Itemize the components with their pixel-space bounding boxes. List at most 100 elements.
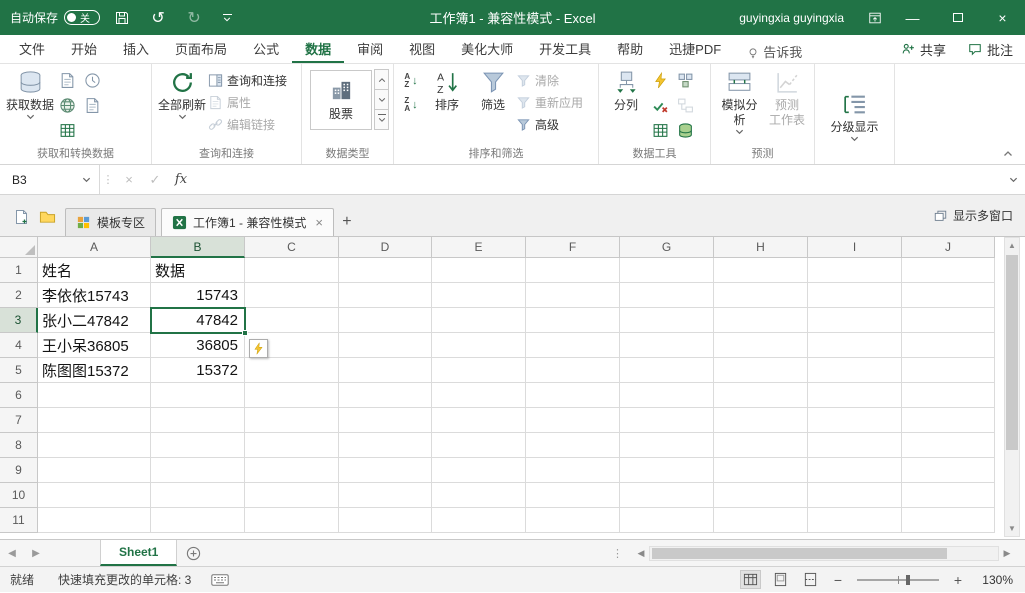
- tab-data[interactable]: 数据: [292, 37, 344, 63]
- cell-C11[interactable]: [245, 508, 339, 533]
- tab-review[interactable]: 审阅: [344, 37, 396, 63]
- cell-H1[interactable]: [714, 258, 808, 283]
- cell-I2[interactable]: [808, 283, 902, 308]
- cell-F4[interactable]: [526, 333, 620, 358]
- cell-G7[interactable]: [620, 408, 714, 433]
- save-icon[interactable]: [108, 0, 136, 35]
- cell-C2[interactable]: [245, 283, 339, 308]
- sort-button[interactable]: 排序: [424, 65, 470, 113]
- formula-input[interactable]: [194, 165, 1001, 194]
- sheet-tab-sheet1[interactable]: Sheet1: [100, 540, 177, 566]
- cell-H9[interactable]: [714, 458, 808, 483]
- cell-D9[interactable]: [339, 458, 432, 483]
- row-header-9[interactable]: 9: [0, 458, 38, 483]
- recent-sources-icon[interactable]: [81, 69, 103, 91]
- cell-J6[interactable]: [902, 383, 995, 408]
- cell-B3[interactable]: 47842: [151, 308, 245, 333]
- cell-D8[interactable]: [339, 433, 432, 458]
- consolidate-icon[interactable]: [674, 69, 696, 91]
- insert-function-icon[interactable]: fx: [168, 165, 194, 194]
- get-data-button[interactable]: 获取数据: [4, 65, 56, 120]
- cell-B7[interactable]: [151, 408, 245, 433]
- row-header-2[interactable]: 2: [0, 283, 38, 308]
- cell-D5[interactable]: [339, 358, 432, 383]
- cell-J7[interactable]: [902, 408, 995, 433]
- tab-tell-me[interactable]: 告诉我: [734, 40, 815, 63]
- queries-connections-button[interactable]: 查询和连接: [208, 69, 287, 91]
- account-user[interactable]: guyingxia guyingxia: [739, 11, 844, 25]
- row-header-8[interactable]: 8: [0, 433, 38, 458]
- cell-I10[interactable]: [808, 483, 902, 508]
- cell-F7[interactable]: [526, 408, 620, 433]
- cell-E11[interactable]: [432, 508, 526, 533]
- cell-E10[interactable]: [432, 483, 526, 508]
- cell-F8[interactable]: [526, 433, 620, 458]
- doc-tab-template-zone[interactable]: 模板专区: [65, 208, 156, 236]
- from-table-range-icon[interactable]: [56, 119, 78, 141]
- cell-J10[interactable]: [902, 483, 995, 508]
- cell-F9[interactable]: [526, 458, 620, 483]
- cell-A5[interactable]: 陈图图15372: [38, 358, 151, 383]
- cell-G6[interactable]: [620, 383, 714, 408]
- undo-icon[interactable]: ↺: [144, 0, 172, 35]
- minimize-button[interactable]: —: [890, 0, 935, 35]
- cell-I3[interactable]: [808, 308, 902, 333]
- cell-D10[interactable]: [339, 483, 432, 508]
- customize-quick-access-toolbar-icon[interactable]: [216, 0, 238, 35]
- horizontal-scrollbar[interactable]: ◀ ▶: [633, 545, 1015, 562]
- cell-I7[interactable]: [808, 408, 902, 433]
- cell-C9[interactable]: [245, 458, 339, 483]
- maximize-button[interactable]: [935, 0, 980, 35]
- autosave-switch-icon[interactable]: 关: [64, 10, 100, 25]
- cell-D11[interactable]: [339, 508, 432, 533]
- cell-G1[interactable]: [620, 258, 714, 283]
- column-header-G[interactable]: G: [620, 237, 714, 258]
- cell-G9[interactable]: [620, 458, 714, 483]
- column-header-E[interactable]: E: [432, 237, 526, 258]
- row-header-1[interactable]: 1: [0, 258, 38, 283]
- zoom-out-icon[interactable]: −: [830, 572, 846, 588]
- view-page-layout-icon[interactable]: [770, 570, 791, 589]
- cell-H6[interactable]: [714, 383, 808, 408]
- cell-B4[interactable]: 36805: [151, 333, 245, 358]
- row-header-10[interactable]: 10: [0, 483, 38, 508]
- cell-C6[interactable]: [245, 383, 339, 408]
- row-header-4[interactable]: 4: [0, 333, 38, 358]
- cell-E7[interactable]: [432, 408, 526, 433]
- collapse-ribbon-icon[interactable]: [999, 146, 1017, 160]
- cell-E5[interactable]: [432, 358, 526, 383]
- column-header-B[interactable]: B: [151, 237, 245, 258]
- tab-developer[interactable]: 开发工具: [526, 37, 604, 63]
- gallery-scroll-down-icon[interactable]: [374, 89, 389, 110]
- cell-J5[interactable]: [902, 358, 995, 383]
- row-header-3[interactable]: 3: [0, 308, 38, 333]
- row-header-11[interactable]: 11: [0, 508, 38, 533]
- cell-G11[interactable]: [620, 508, 714, 533]
- cell-J3[interactable]: [902, 308, 995, 333]
- refresh-all-button[interactable]: 全部刷新: [156, 65, 208, 120]
- vertical-scroll-thumb[interactable]: [1006, 255, 1018, 450]
- scroll-down-icon[interactable]: ▼: [1005, 521, 1019, 536]
- cell-I1[interactable]: [808, 258, 902, 283]
- view-normal-icon[interactable]: [740, 570, 761, 589]
- cell-A11[interactable]: [38, 508, 151, 533]
- close-tab-icon[interactable]: ×: [315, 215, 323, 230]
- cell-A4[interactable]: 王小呆36805: [38, 333, 151, 358]
- from-text-csv-icon[interactable]: [56, 69, 78, 91]
- scroll-up-icon[interactable]: ▲: [1005, 238, 1019, 253]
- cell-J2[interactable]: [902, 283, 995, 308]
- cell-F3[interactable]: [526, 308, 620, 333]
- row-header-6[interactable]: 6: [0, 383, 38, 408]
- cell-H11[interactable]: [714, 508, 808, 533]
- tab-beautify-master[interactable]: 美化大师: [448, 37, 526, 63]
- gallery-more-icon[interactable]: [374, 109, 389, 130]
- zoom-level[interactable]: 130%: [975, 573, 1013, 587]
- cell-J11[interactable]: [902, 508, 995, 533]
- close-button[interactable]: ×: [980, 0, 1025, 35]
- cell-A9[interactable]: [38, 458, 151, 483]
- cell-G5[interactable]: [620, 358, 714, 383]
- column-header-J[interactable]: J: [902, 237, 995, 258]
- cell-E9[interactable]: [432, 458, 526, 483]
- cell-C5[interactable]: [245, 358, 339, 383]
- horizontal-scroll-thumb[interactable]: [652, 548, 947, 559]
